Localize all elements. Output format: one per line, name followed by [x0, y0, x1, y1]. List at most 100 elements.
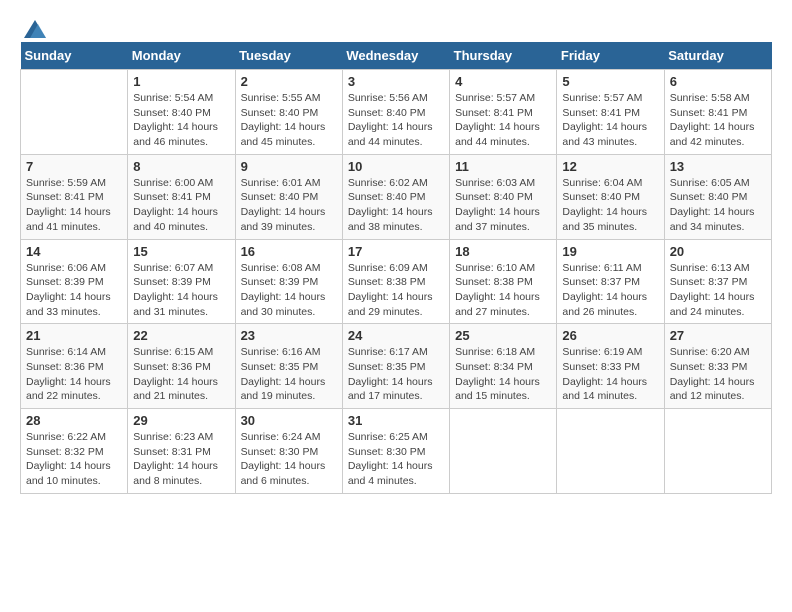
- day-info: Sunrise: 5:55 AM Sunset: 8:40 PM Dayligh…: [241, 91, 337, 150]
- calendar-cell: 26 Sunrise: 6:19 AM Sunset: 8:33 PM Dayli…: [557, 324, 664, 409]
- calendar-cell: 1 Sunrise: 5:54 AM Sunset: 8:40 PM Daylig…: [128, 70, 235, 155]
- calendar-cell: 2 Sunrise: 5:55 AM Sunset: 8:40 PM Daylig…: [235, 70, 342, 155]
- day-number: 13: [670, 159, 766, 174]
- calendar-cell: 30Sunrise: 6:24 AM Sunset: 8:30 PM Dayli…: [235, 409, 342, 494]
- day-number: 5: [562, 74, 658, 89]
- week-row: 21 Sunrise: 6:14 AM Sunset: 8:36 PM Dayli…: [21, 324, 772, 409]
- calendar-cell: 21 Sunrise: 6:14 AM Sunset: 8:36 PM Dayli…: [21, 324, 128, 409]
- day-info: Sunrise: 6:22 AM Sunset: 8:32 PM Dayligh…: [26, 430, 122, 489]
- week-row: 28 Sunrise: 6:22 AM Sunset: 8:32 PM Dayli…: [21, 409, 772, 494]
- day-number: 12: [562, 159, 658, 174]
- day-number: 31: [348, 413, 444, 428]
- day-number: 22: [133, 328, 229, 343]
- day-number: 15: [133, 244, 229, 259]
- day-number: 17: [348, 244, 444, 259]
- day-info: Sunrise: 5:58 AM Sunset: 8:41 PM Dayligh…: [670, 91, 766, 150]
- calendar-cell: [664, 409, 771, 494]
- day-number: 2: [241, 74, 337, 89]
- week-row: 7 Sunrise: 5:59 AM Sunset: 8:41 PM Daylig…: [21, 154, 772, 239]
- calendar-cell: 15 Sunrise: 6:07 AM Sunset: 8:39 PM Dayli…: [128, 239, 235, 324]
- calendar-cell: 9Sunrise: 6:01 AM Sunset: 8:40 PM Daylig…: [235, 154, 342, 239]
- day-number: 18: [455, 244, 551, 259]
- day-info: Sunrise: 6:25 AM Sunset: 8:30 PM Dayligh…: [348, 430, 444, 489]
- calendar-cell: 12Sunrise: 6:04 AM Sunset: 8:40 PM Dayli…: [557, 154, 664, 239]
- day-number: 1: [133, 74, 229, 89]
- calendar-cell: [21, 70, 128, 155]
- calendar-cell: 3Sunrise: 5:56 AM Sunset: 8:40 PM Daylig…: [342, 70, 449, 155]
- day-info: Sunrise: 6:00 AM Sunset: 8:41 PM Dayligh…: [133, 176, 229, 235]
- logo: [20, 20, 46, 32]
- calendar-cell: 7 Sunrise: 5:59 AM Sunset: 8:41 PM Daylig…: [21, 154, 128, 239]
- header-cell-thursday: Thursday: [450, 42, 557, 70]
- week-row: 14 Sunrise: 6:06 AM Sunset: 8:39 PM Dayli…: [21, 239, 772, 324]
- day-info: Sunrise: 5:59 AM Sunset: 8:41 PM Dayligh…: [26, 176, 122, 235]
- calendar-cell: 13 Sunrise: 6:05 AM Sunset: 8:40 PM Dayli…: [664, 154, 771, 239]
- day-info: Sunrise: 6:18 AM Sunset: 8:34 PM Dayligh…: [455, 345, 551, 404]
- day-number: 16: [241, 244, 337, 259]
- day-number: 27: [670, 328, 766, 343]
- day-number: 20: [670, 244, 766, 259]
- calendar-cell: 10 Sunrise: 6:02 AM Sunset: 8:40 PM Dayli…: [342, 154, 449, 239]
- day-info: Sunrise: 6:08 AM Sunset: 8:39 PM Dayligh…: [241, 261, 337, 320]
- day-number: 6: [670, 74, 766, 89]
- day-info: Sunrise: 6:13 AM Sunset: 8:37 PM Dayligh…: [670, 261, 766, 320]
- day-info: Sunrise: 6:16 AM Sunset: 8:35 PM Dayligh…: [241, 345, 337, 404]
- calendar-cell: 14 Sunrise: 6:06 AM Sunset: 8:39 PM Dayli…: [21, 239, 128, 324]
- day-number: 23: [241, 328, 337, 343]
- day-info: Sunrise: 6:20 AM Sunset: 8:33 PM Dayligh…: [670, 345, 766, 404]
- day-info: Sunrise: 6:09 AM Sunset: 8:38 PM Dayligh…: [348, 261, 444, 320]
- day-number: 8: [133, 159, 229, 174]
- header-cell-tuesday: Tuesday: [235, 42, 342, 70]
- day-number: 26: [562, 328, 658, 343]
- day-number: 24: [348, 328, 444, 343]
- day-number: 19: [562, 244, 658, 259]
- day-info: Sunrise: 6:03 AM Sunset: 8:40 PM Dayligh…: [455, 176, 551, 235]
- day-info: Sunrise: 6:19 AM Sunset: 8:33 PM Dayligh…: [562, 345, 658, 404]
- day-number: 4: [455, 74, 551, 89]
- day-info: Sunrise: 6:06 AM Sunset: 8:39 PM Dayligh…: [26, 261, 122, 320]
- day-number: 28: [26, 413, 122, 428]
- header-cell-wednesday: Wednesday: [342, 42, 449, 70]
- calendar-cell: [557, 409, 664, 494]
- calendar-cell: 5 Sunrise: 5:57 AM Sunset: 8:41 PM Daylig…: [557, 70, 664, 155]
- calendar-cell: 8 Sunrise: 6:00 AM Sunset: 8:41 PM Daylig…: [128, 154, 235, 239]
- header-row: SundayMondayTuesdayWednesdayThursdayFrid…: [21, 42, 772, 70]
- header-cell-sunday: Sunday: [21, 42, 128, 70]
- calendar-table: SundayMondayTuesdayWednesdayThursdayFrid…: [20, 42, 772, 494]
- day-number: 30: [241, 413, 337, 428]
- day-info: Sunrise: 5:57 AM Sunset: 8:41 PM Dayligh…: [562, 91, 658, 150]
- day-info: Sunrise: 5:54 AM Sunset: 8:40 PM Dayligh…: [133, 91, 229, 150]
- day-info: Sunrise: 6:11 AM Sunset: 8:37 PM Dayligh…: [562, 261, 658, 320]
- calendar-cell: 31 Sunrise: 6:25 AM Sunset: 8:30 PM Dayli…: [342, 409, 449, 494]
- day-info: Sunrise: 6:02 AM Sunset: 8:40 PM Dayligh…: [348, 176, 444, 235]
- calendar-cell: 11 Sunrise: 6:03 AM Sunset: 8:40 PM Dayli…: [450, 154, 557, 239]
- day-info: Sunrise: 5:57 AM Sunset: 8:41 PM Dayligh…: [455, 91, 551, 150]
- day-number: 11: [455, 159, 551, 174]
- calendar-body: 1 Sunrise: 5:54 AM Sunset: 8:40 PM Daylig…: [21, 70, 772, 494]
- day-number: 7: [26, 159, 122, 174]
- day-info: Sunrise: 6:07 AM Sunset: 8:39 PM Dayligh…: [133, 261, 229, 320]
- header-cell-friday: Friday: [557, 42, 664, 70]
- header-cell-saturday: Saturday: [664, 42, 771, 70]
- day-info: Sunrise: 6:05 AM Sunset: 8:40 PM Dayligh…: [670, 176, 766, 235]
- calendar-cell: 20 Sunrise: 6:13 AM Sunset: 8:37 PM Dayli…: [664, 239, 771, 324]
- day-info: Sunrise: 6:14 AM Sunset: 8:36 PM Dayligh…: [26, 345, 122, 404]
- calendar-cell: 28 Sunrise: 6:22 AM Sunset: 8:32 PM Dayli…: [21, 409, 128, 494]
- calendar-cell: 29Sunrise: 6:23 AM Sunset: 8:31 PM Dayli…: [128, 409, 235, 494]
- calendar-cell: 25Sunrise: 6:18 AM Sunset: 8:34 PM Dayli…: [450, 324, 557, 409]
- calendar-cell: 22 Sunrise: 6:15 AM Sunset: 8:36 PM Dayli…: [128, 324, 235, 409]
- day-info: Sunrise: 6:17 AM Sunset: 8:35 PM Dayligh…: [348, 345, 444, 404]
- day-number: 14: [26, 244, 122, 259]
- day-number: 21: [26, 328, 122, 343]
- day-info: Sunrise: 6:15 AM Sunset: 8:36 PM Dayligh…: [133, 345, 229, 404]
- day-number: 10: [348, 159, 444, 174]
- calendar-cell: 4 Sunrise: 5:57 AM Sunset: 8:41 PM Daylig…: [450, 70, 557, 155]
- week-row: 1 Sunrise: 5:54 AM Sunset: 8:40 PM Daylig…: [21, 70, 772, 155]
- calendar-cell: 19 Sunrise: 6:11 AM Sunset: 8:37 PM Dayli…: [557, 239, 664, 324]
- day-number: 29: [133, 413, 229, 428]
- day-number: 9: [241, 159, 337, 174]
- day-info: Sunrise: 5:56 AM Sunset: 8:40 PM Dayligh…: [348, 91, 444, 150]
- calendar-header: SundayMondayTuesdayWednesdayThursdayFrid…: [21, 42, 772, 70]
- calendar-cell: 6 Sunrise: 5:58 AM Sunset: 8:41 PM Daylig…: [664, 70, 771, 155]
- calendar-cell: 24 Sunrise: 6:17 AM Sunset: 8:35 PM Dayli…: [342, 324, 449, 409]
